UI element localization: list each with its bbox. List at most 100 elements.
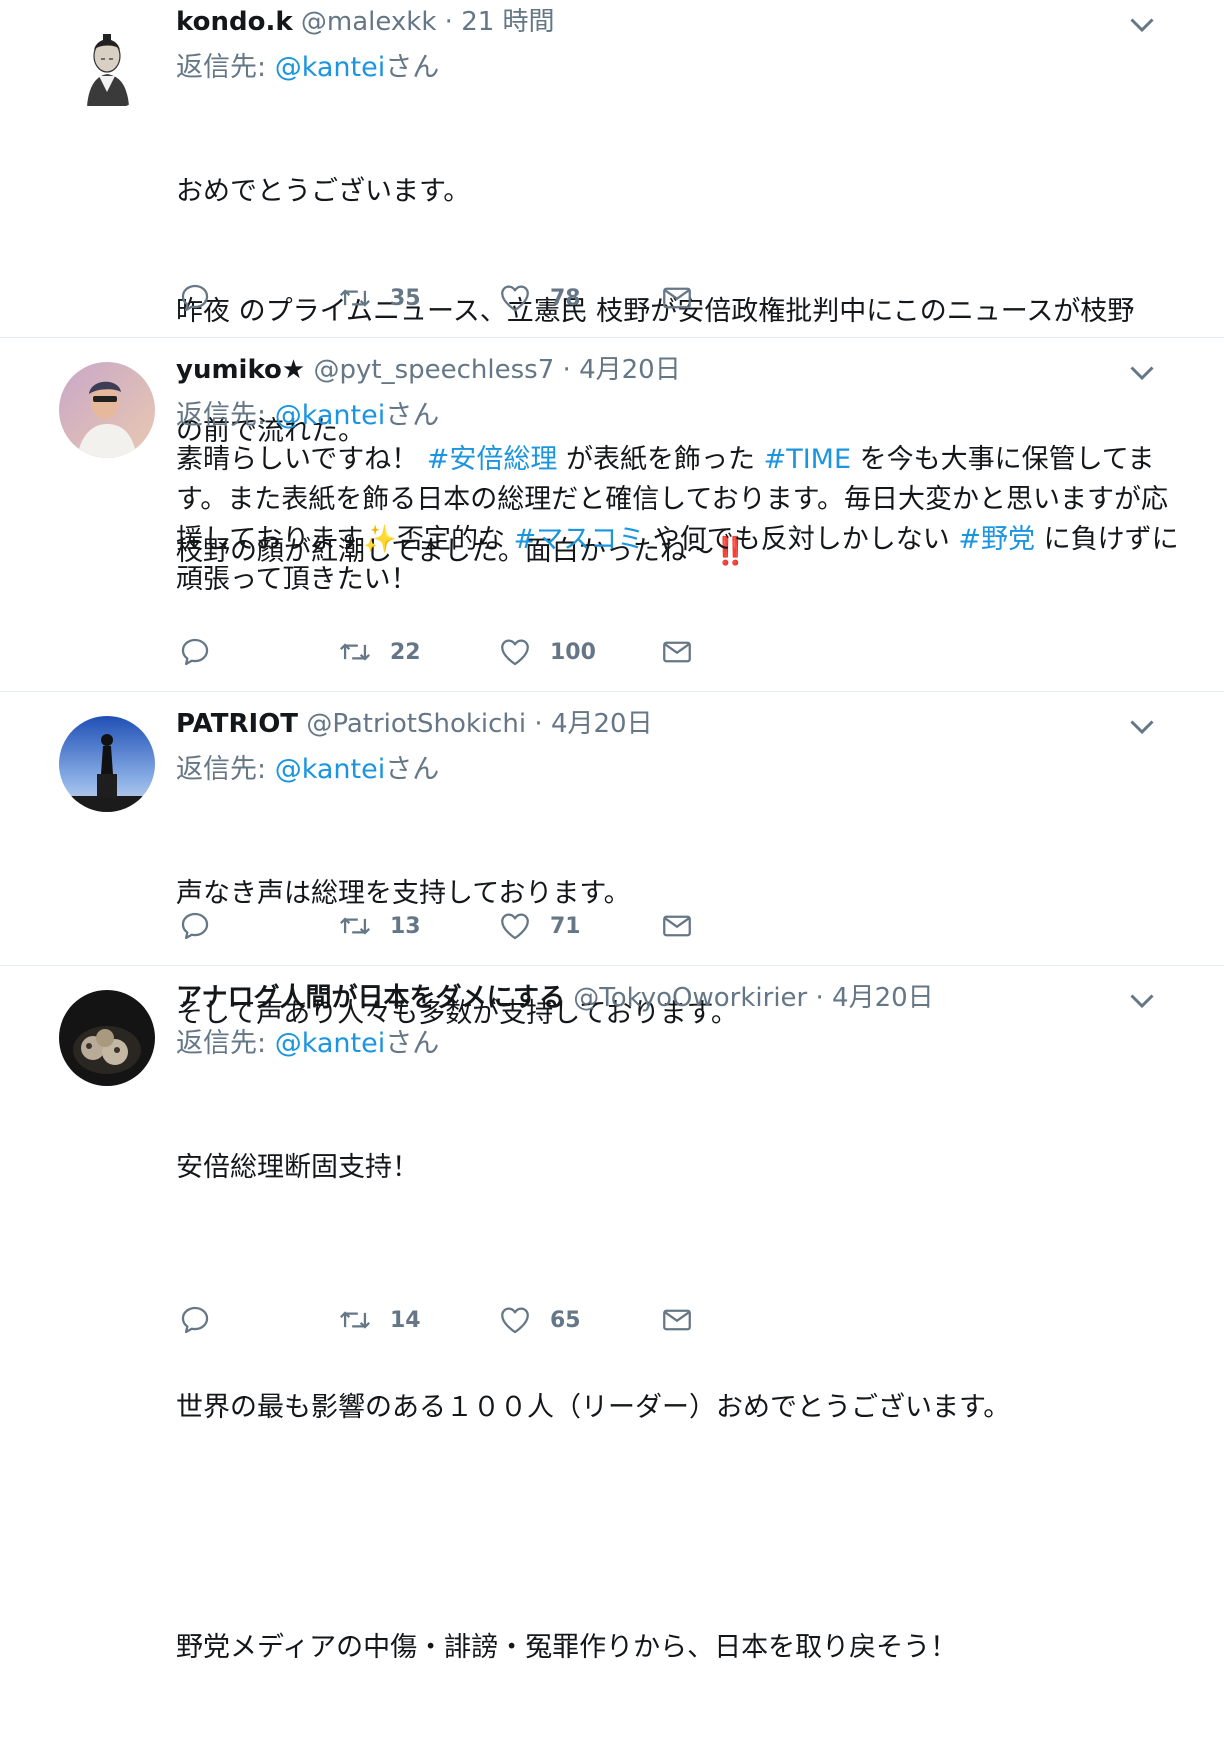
separator-dot: ·	[554, 355, 580, 385]
like-count: 78	[550, 285, 581, 311]
action-bar: 22 100	[176, 632, 736, 672]
reply-button[interactable]	[178, 278, 212, 318]
display-name[interactable]: kondo.k	[176, 7, 293, 37]
user-handle[interactable]: @pyt_speechless7	[314, 355, 555, 385]
tweet-text: 素晴らしいですね！ #安倍総理 が表紙を飾った #TIME を今も大事に保管して…	[176, 440, 1184, 600]
chevron-down-icon[interactable]	[1122, 354, 1162, 390]
retweet-icon	[338, 1303, 372, 1337]
reply-to: 返信先: @kanteiさん	[176, 746, 1184, 794]
user-handle[interactable]: @TokyoOworkirier	[573, 983, 807, 1013]
reply-prefix: 返信先:	[176, 52, 275, 83]
timestamp[interactable]: 4月20日	[832, 983, 934, 1013]
direct-message-button[interactable]	[660, 632, 694, 672]
reply-icon	[178, 909, 212, 943]
text-line: 世界の最も影響のある１００人（リーダー）おめでとうございます。	[176, 1392, 1011, 1423]
text-line: 野党メディアの中傷・誹謗・冤罪作りから、日本を取り戻そう！	[176, 1632, 958, 1663]
reply-to: 返信先: @kanteiさん	[176, 44, 1184, 92]
text-segment: や何でも反対しかしない	[644, 524, 959, 555]
direct-message-button[interactable]	[660, 906, 694, 946]
reply-suffix: さん	[385, 52, 440, 83]
heart-icon	[498, 909, 532, 943]
separator-dot: ·	[807, 983, 833, 1013]
reply-icon	[178, 281, 212, 315]
like-count: 65	[550, 1307, 581, 1333]
hashtag-link[interactable]: #安倍総理	[427, 444, 558, 475]
avatar[interactable]	[59, 716, 155, 812]
tweet[interactable]: アナログ人間が日本をダメにする @TokyoOworkirier · 4月20日…	[0, 966, 1224, 1663]
direct-message-button[interactable]	[660, 1300, 694, 1340]
reply-icon	[178, 1303, 212, 1337]
reply-button[interactable]	[178, 632, 212, 672]
user-handle[interactable]: @PatriotShokichi	[306, 709, 526, 739]
avatar[interactable]	[59, 14, 155, 110]
hashtag-link[interactable]: #野党	[958, 524, 1035, 555]
display-name[interactable]: yumiko★	[176, 355, 305, 385]
hashtag-link[interactable]: #マスコミ	[514, 524, 645, 555]
text-line: 安倍総理断固支持！	[176, 1152, 419, 1183]
like-count: 100	[550, 639, 596, 665]
chevron-down-icon[interactable]	[1122, 982, 1162, 1018]
avatar[interactable]	[59, 990, 155, 1086]
reply-suffix: さん	[385, 754, 440, 785]
heart-icon	[498, 635, 532, 669]
reply-to: 返信先: @kanteiさん	[176, 392, 1184, 440]
like-button[interactable]: 100	[498, 632, 596, 672]
text-segment: が表紙を飾った	[557, 444, 764, 475]
mention-link[interactable]: @kantei	[275, 52, 386, 83]
separator-dot: ·	[436, 7, 462, 37]
tweet-text: 安倍総理断固支持！ 世界の最も影響のある１００人（リーダー）おめでとうございます…	[176, 1068, 1184, 1748]
action-bar: 14 65	[176, 1300, 736, 1340]
tweet[interactable]: kondo.k @malexkk · 21 時間 返信先: @kanteiさん …	[0, 0, 1224, 567]
direct-message-button[interactable]	[660, 278, 694, 318]
heart-icon	[498, 1303, 532, 1337]
chevron-down-icon[interactable]	[1122, 6, 1162, 42]
retweet-icon	[338, 281, 372, 315]
separator-dot: ·	[526, 709, 551, 739]
chevron-down-icon[interactable]	[1122, 708, 1162, 744]
retweet-count: 13	[390, 913, 421, 939]
retweet-icon	[338, 635, 372, 669]
envelope-icon	[660, 1303, 694, 1337]
text-segment: 素晴らしいですね！	[176, 444, 427, 475]
text-line: おめでとうございます。	[176, 176, 471, 207]
like-count: 71	[550, 913, 581, 939]
hashtag-link[interactable]: #TIME	[764, 444, 851, 475]
timestamp[interactable]: 4月20日	[551, 709, 653, 739]
heart-icon	[498, 281, 532, 315]
mention-link[interactable]: @kantei	[275, 1028, 386, 1059]
reply-prefix: 返信先:	[176, 1028, 275, 1059]
like-button[interactable]: 65	[498, 1300, 581, 1340]
action-bar: 13 71	[176, 906, 736, 946]
reply-prefix: 返信先:	[176, 400, 275, 431]
like-button[interactable]: 78	[498, 278, 581, 318]
reply-to: 返信先: @kanteiさん	[176, 1020, 1184, 1068]
retweet-button[interactable]: 13	[338, 906, 421, 946]
reply-suffix: さん	[385, 1028, 440, 1059]
reply-prefix: 返信先:	[176, 754, 275, 785]
envelope-icon	[660, 635, 694, 669]
reply-button[interactable]	[178, 906, 212, 946]
display-name[interactable]: アナログ人間が日本をダメにする	[176, 983, 565, 1013]
reply-icon	[178, 635, 212, 669]
tweet[interactable]: PATRIOT @PatriotShokichi · 4月20日 返信先: @k…	[0, 692, 1224, 1029]
timestamp[interactable]: 4月20日	[579, 355, 681, 385]
timestamp[interactable]: 21 時間	[461, 7, 554, 37]
envelope-icon	[660, 281, 694, 315]
like-button[interactable]: 71	[498, 906, 581, 946]
user-handle[interactable]: @malexkk	[301, 7, 437, 37]
retweet-count: 14	[390, 1307, 421, 1333]
avatar[interactable]	[59, 362, 155, 458]
retweet-button[interactable]: 14	[338, 1300, 421, 1340]
mention-link[interactable]: @kantei	[275, 400, 386, 431]
text-line	[176, 1508, 1184, 1548]
mention-link[interactable]: @kantei	[275, 754, 386, 785]
retweet-button[interactable]: 22	[338, 632, 421, 672]
retweet-count: 22	[390, 639, 421, 665]
action-bar: 35 78	[176, 278, 736, 318]
reply-suffix: さん	[385, 400, 440, 431]
tweet[interactable]: yumiko★ @pyt_speechless7 · 4月20日 返信先: @k…	[0, 338, 1224, 692]
retweet-icon	[338, 909, 372, 943]
display-name[interactable]: PATRIOT	[176, 709, 298, 739]
reply-button[interactable]	[178, 1300, 212, 1340]
retweet-button[interactable]: 35	[338, 278, 421, 318]
